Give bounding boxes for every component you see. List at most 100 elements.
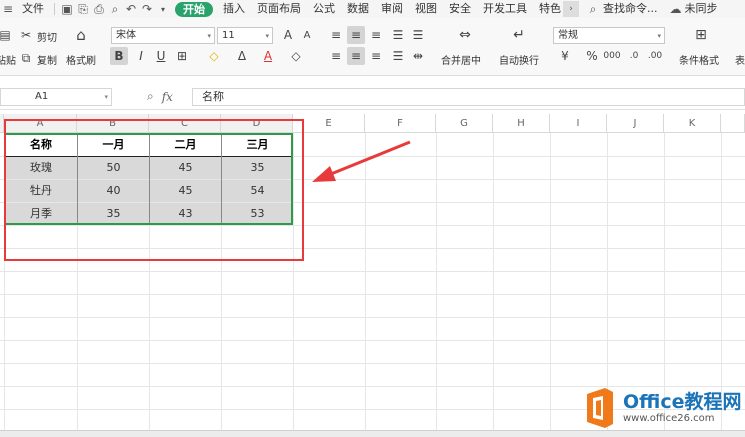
gridline [0,294,745,295]
italic-button[interactable]: I [132,47,150,65]
decrease-decimal-icon[interactable]: .00 [646,47,664,65]
zoom-icon[interactable]: ⌕ [147,89,154,104]
gridline [0,340,745,341]
align-top-icon[interactable]: ≡ [327,26,345,44]
sync-status[interactable]: 未同步 [684,0,724,18]
align-left-icon[interactable]: ≡ [327,47,345,65]
divider [54,3,55,15]
number-format-select[interactable]: 常规 ▾ [553,27,665,44]
font-name-select[interactable]: 宋体 ▾ [111,27,215,44]
decrease-font-icon[interactable]: A [298,26,316,44]
menu-icon[interactable]: ≡ [0,1,16,17]
chevron-down-icon[interactable]: ▾ [155,1,171,17]
justify-icon[interactable]: ☰ [389,47,407,65]
tab-view[interactable]: 视图 [409,0,443,18]
chevron-right-icon[interactable]: › [563,1,579,17]
number-format-value: 常规 [558,30,578,41]
conditional-format-button[interactable]: 条件格式 [679,52,719,67]
cut-icon[interactable]: ✂ [17,26,35,44]
font-size-value: 11 [222,30,235,41]
print-icon[interactable]: ⎙ [91,1,107,17]
tab-page-layout[interactable]: 页面布局 [251,0,307,18]
currency-icon[interactable]: ¥ [556,47,574,65]
search-command[interactable]: 查找命令... [601,0,664,18]
copy-icon[interactable]: ⧉ [17,49,35,67]
fill-color-icon[interactable]: ◇ [205,47,223,65]
tab-insert[interactable]: 插入 [217,0,251,18]
thousands-icon[interactable]: 000 [603,47,621,65]
merge-center-icon[interactable]: ⇔ [456,26,474,44]
column-header-g[interactable]: G [436,114,493,133]
conditional-format-icon[interactable]: ⊞ [692,26,710,44]
chevron-down-icon: ▾ [265,32,269,40]
formula-bar: A1 ▾ ⌕ fx 名称 [0,84,745,110]
formula-input[interactable]: 名称 [192,88,745,106]
outdent-icon[interactable]: ☰ [409,26,427,44]
watermark-title: Office教程网 [623,391,742,413]
annotation-box [4,119,304,261]
format-painter-button[interactable]: 格式刷 [66,52,96,67]
column-header-h[interactable]: H [493,114,550,133]
name-box[interactable]: A1 ▾ [0,88,112,106]
font-color-icon[interactable]: A [259,47,277,65]
formula-tools: ⌕ fx [147,89,173,104]
align-center-icon[interactable]: ≡ [347,47,365,65]
cut-button[interactable]: 剪切 [37,29,57,44]
column-header-k[interactable]: K [664,114,721,133]
paste-icon[interactable]: ▤ [0,26,14,44]
align-bottom-icon[interactable]: ≡ [367,26,385,44]
indent-icon[interactable]: ☰ [389,26,407,44]
tab-home[interactable]: 开始 [175,1,213,17]
eraser-icon[interactable]: ◇ [287,47,305,65]
export-icon[interactable]: ⎘ [75,1,91,17]
sheet-tab-bar[interactable] [0,430,745,437]
column-header-i[interactable]: I [550,114,607,133]
wrap-text-icon[interactable]: ↵ [510,26,528,44]
gridline [0,317,745,318]
annotation-arrow [312,140,411,182]
fx-icon[interactable]: fx [162,90,173,104]
align-middle-icon[interactable]: ≡ [347,26,365,44]
watermark-url: www.office26.com [623,413,715,424]
tab-developer[interactable]: 开发工具 [477,0,533,18]
spreadsheet-app: ≡ 文件 ▣ ⎘ ⎙ ⌕ ↶ ↷ ▾ 开始 插入 页面布局 公式 数据 审阅 视… [0,0,745,437]
tab-features[interactable]: 特色 [533,0,563,18]
tab-review[interactable]: 审阅 [375,0,409,18]
column-header-j[interactable]: J [607,114,664,133]
bold-button[interactable]: B [110,47,128,65]
tab-formulas[interactable]: 公式 [307,0,341,18]
save-icon[interactable]: ▣ [59,1,75,17]
chevron-down-icon: ▾ [207,32,211,40]
column-header-f[interactable]: F [365,114,436,133]
table-style-button[interactable]: 表 [735,52,745,67]
menu-bar: ≡ 文件 ▣ ⎘ ⎙ ⌕ ↶ ↷ ▾ 开始 插入 页面布局 公式 数据 审阅 视… [0,0,745,18]
borders-icon[interactable]: ⊞ [173,47,191,65]
undo-icon[interactable]: ↶ [123,1,139,17]
gridline [0,386,745,387]
tab-data[interactable]: 数据 [341,0,375,18]
tab-security[interactable]: 安全 [443,0,477,18]
wrap-text-button[interactable]: 自动换行 [499,52,539,67]
cloud-icon[interactable]: ☁ [668,1,684,17]
increase-decimal-icon[interactable]: .0 [625,47,643,65]
font-size-select[interactable]: 11 ▾ [217,27,273,44]
merge-center-button[interactable]: 合并居中 [441,52,481,67]
ribbon-toolbar: ▤ ✂ 剪切 粘贴 ⧉ 复制 ⌂ 格式刷 宋体 ▾ 11 ▾ A A B I U… [0,18,745,76]
underline-button[interactable]: U [152,47,170,65]
gridline [0,271,745,272]
font-color-icon[interactable]: Δ [233,47,251,65]
percent-icon[interactable]: % [583,47,601,65]
office-logo-icon [583,388,617,428]
redo-icon[interactable]: ↷ [139,1,155,17]
print-preview-icon[interactable]: ⌕ [107,1,123,17]
increase-font-icon[interactable]: A [279,26,297,44]
cell-reference: A1 [35,91,49,102]
search-icon[interactable]: ⌕ [585,1,601,17]
file-menu[interactable]: 文件 [16,0,50,18]
paste-button[interactable]: 粘贴 [0,52,16,67]
chevron-down-icon: ▾ [104,93,108,101]
copy-button[interactable]: 复制 [37,52,57,67]
distribute-icon[interactable]: ⇹ [409,47,427,65]
align-right-icon[interactable]: ≡ [367,47,385,65]
format-painter-icon[interactable]: ⌂ [72,26,90,44]
